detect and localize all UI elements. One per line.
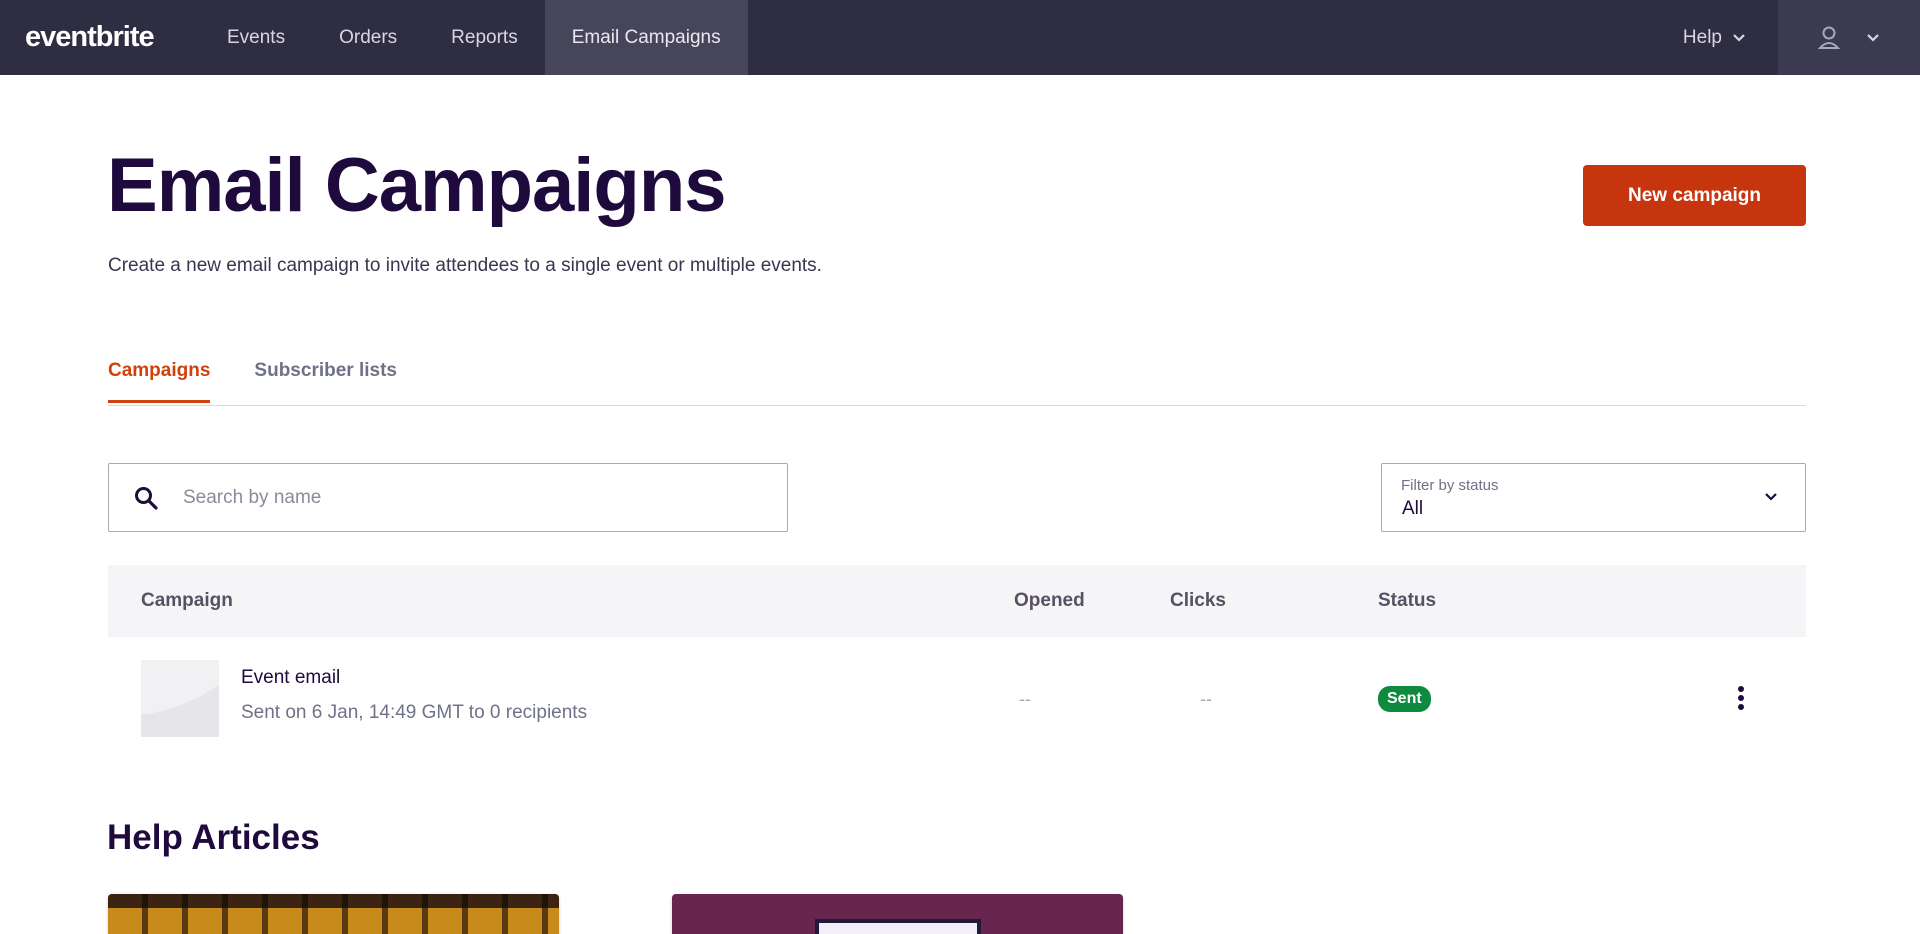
search-box[interactable] xyxy=(108,463,788,532)
nav-orders[interactable]: Orders xyxy=(312,0,424,75)
tab-campaigns[interactable]: Campaigns xyxy=(108,360,211,403)
opened-value: -- xyxy=(1019,689,1031,709)
clicks-value: -- xyxy=(1200,689,1212,709)
tabs-divider xyxy=(108,405,1806,406)
filter-label: Filter by status xyxy=(1401,477,1499,494)
nav-events[interactable]: Events xyxy=(200,0,312,75)
user-icon xyxy=(1818,26,1840,49)
search-input[interactable] xyxy=(181,485,745,510)
eventbrite-logo[interactable]: eventbrite xyxy=(0,0,200,75)
help-article-card[interactable] xyxy=(672,894,1123,934)
chevron-down-icon xyxy=(1733,33,1745,42)
column-clicks: Clicks xyxy=(1170,590,1226,611)
help-menu[interactable]: Help xyxy=(1651,0,1778,75)
account-menu[interactable] xyxy=(1778,0,1920,75)
nav-reports[interactable]: Reports xyxy=(424,0,545,75)
help-articles-title: Help Articles xyxy=(107,818,320,857)
help-label: Help xyxy=(1682,26,1722,48)
campaign-meta: Sent on 6 Jan, 14:49 GMT to 0 recipients xyxy=(241,702,588,723)
column-campaign: Campaign xyxy=(141,590,233,611)
column-opened: Opened xyxy=(1014,590,1085,611)
filter-value: All xyxy=(1402,498,1424,519)
top-nav: eventbrite Events Orders Reports Email C… xyxy=(0,0,1920,75)
nav-email-campaigns[interactable]: Email Campaigns xyxy=(544,0,748,75)
page-title: Email Campaigns xyxy=(107,143,727,228)
table-row[interactable]: Event email Sent on 6 Jan, 14:49 GMT to … xyxy=(108,637,1806,759)
campaign-name[interactable]: Event email xyxy=(241,667,340,689)
new-campaign-button[interactable]: New campaign xyxy=(1583,165,1806,226)
column-status: Status xyxy=(1378,590,1437,611)
chevron-down-icon xyxy=(1765,493,1777,501)
search-icon xyxy=(135,486,158,510)
tab-subscriber-lists[interactable]: Subscriber lists xyxy=(254,360,397,403)
status-badge: Sent xyxy=(1378,686,1431,712)
chevron-down-icon xyxy=(1867,33,1879,42)
page-subtitle: Create a new email campaign to invite at… xyxy=(108,255,822,276)
status-filter-select[interactable]: Filter by status All xyxy=(1381,463,1806,532)
campaign-thumbnail xyxy=(141,660,219,737)
table-header: Campaign Opened Clicks Status xyxy=(108,565,1806,637)
tab-bar: Campaigns Subscriber lists xyxy=(108,360,397,403)
help-article-card[interactable] xyxy=(108,894,559,934)
more-options-icon[interactable] xyxy=(1737,685,1745,711)
